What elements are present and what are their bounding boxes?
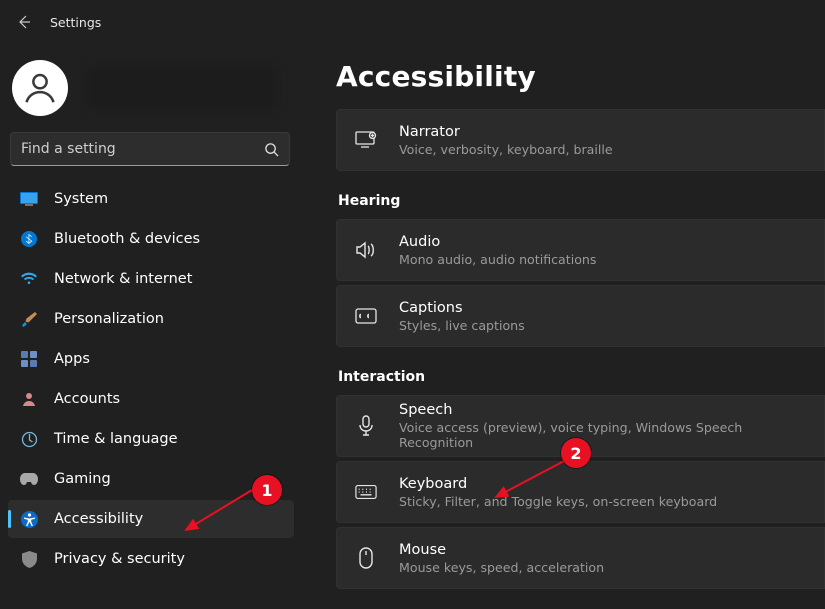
account-icon: [20, 390, 38, 408]
sidebar-item-gaming[interactable]: Gaming: [8, 460, 294, 498]
speaker-icon: [355, 239, 377, 261]
sidebar-item-label: Apps: [54, 351, 90, 367]
sidebar-item-apps[interactable]: Apps: [8, 340, 294, 378]
main-content: Accessibility Narrator Voice, verbosity,…: [302, 44, 825, 609]
paintbrush-icon: [20, 310, 38, 328]
sidebar-item-accounts[interactable]: Accounts: [8, 380, 294, 418]
keyboard-icon: [355, 481, 377, 503]
card-subtitle: Styles, live captions: [399, 318, 525, 333]
card-keyboard[interactable]: Keyboard Sticky, Filter, and Toggle keys…: [336, 461, 825, 523]
sidebar-item-network[interactable]: Network & internet: [8, 260, 294, 298]
sidebar-item-label: Privacy & security: [54, 551, 185, 567]
sidebar-item-label: Time & language: [54, 431, 178, 447]
search-icon: [264, 142, 279, 157]
avatar: [12, 60, 68, 116]
section-label-interaction: Interaction: [338, 369, 825, 385]
page-title: Accessibility: [336, 60, 825, 93]
card-subtitle: Mono audio, audio notifications: [399, 252, 596, 267]
sidebar-item-personalization[interactable]: Personalization: [8, 300, 294, 338]
shield-icon: [20, 550, 38, 568]
app-title: Settings: [50, 15, 101, 30]
sidebar-item-label: Gaming: [54, 471, 111, 487]
section-label-hearing: Hearing: [338, 193, 825, 209]
bluetooth-icon: [20, 230, 38, 248]
accessibility-icon: [20, 510, 38, 528]
arrow-left-icon: [16, 14, 32, 30]
card-subtitle: Voice, verbosity, keyboard, braille: [399, 142, 613, 157]
search-placeholder: Find a setting: [21, 141, 256, 157]
card-title: Mouse: [399, 542, 604, 558]
card-mouse[interactable]: Mouse Mouse keys, speed, acceleration: [336, 527, 825, 589]
card-subtitle: Voice access (preview), voice typing, Wi…: [399, 420, 806, 450]
card-subtitle: Sticky, Filter, and Toggle keys, on-scre…: [399, 494, 717, 509]
sidebar-item-privacy[interactable]: Privacy & security: [8, 540, 294, 578]
card-narrator[interactable]: Narrator Voice, verbosity, keyboard, bra…: [336, 109, 825, 171]
captions-icon: [355, 305, 377, 327]
card-title: Speech: [399, 402, 806, 418]
sidebar-item-time[interactable]: Time & language: [8, 420, 294, 458]
card-captions[interactable]: Captions Styles, live captions: [336, 285, 825, 347]
clock-globe-icon: [20, 430, 38, 448]
account-block[interactable]: [8, 52, 294, 130]
sidebar-nav: System Bluetooth & devices Network & int…: [8, 180, 294, 578]
search-input[interactable]: Find a setting: [10, 132, 290, 166]
person-icon: [21, 69, 59, 107]
mouse-icon: [355, 547, 377, 569]
sidebar-item-label: System: [54, 191, 108, 207]
card-audio[interactable]: Audio Mono audio, audio notifications: [336, 219, 825, 281]
card-subtitle: Mouse keys, speed, acceleration: [399, 560, 604, 575]
sidebar-item-label: Personalization: [54, 311, 164, 327]
sidebar-item-accessibility[interactable]: Accessibility: [8, 500, 294, 538]
card-title: Audio: [399, 234, 596, 250]
microphone-icon: [355, 415, 377, 437]
narrator-icon: [355, 129, 377, 151]
sidebar: Find a setting System Bluetooth & device…: [0, 44, 302, 609]
annotation-badge-1: 1: [252, 475, 282, 505]
gamepad-icon: [20, 470, 38, 488]
sidebar-item-label: Accounts: [54, 391, 120, 407]
card-title: Keyboard: [399, 476, 717, 492]
wifi-icon: [20, 270, 38, 288]
sidebar-item-system[interactable]: System: [8, 180, 294, 218]
sidebar-item-label: Accessibility: [54, 511, 143, 527]
card-title: Narrator: [399, 124, 613, 140]
card-title: Captions: [399, 300, 525, 316]
account-name-redacted: [86, 67, 276, 109]
sidebar-item-label: Bluetooth & devices: [54, 231, 200, 247]
sidebar-item-bluetooth[interactable]: Bluetooth & devices: [8, 220, 294, 258]
display-icon: [20, 190, 38, 208]
annotation-badge-2: 2: [561, 438, 591, 468]
apps-icon: [20, 350, 38, 368]
title-bar: Settings: [0, 0, 825, 44]
back-button[interactable]: [12, 10, 36, 34]
sidebar-item-label: Network & internet: [54, 271, 192, 287]
